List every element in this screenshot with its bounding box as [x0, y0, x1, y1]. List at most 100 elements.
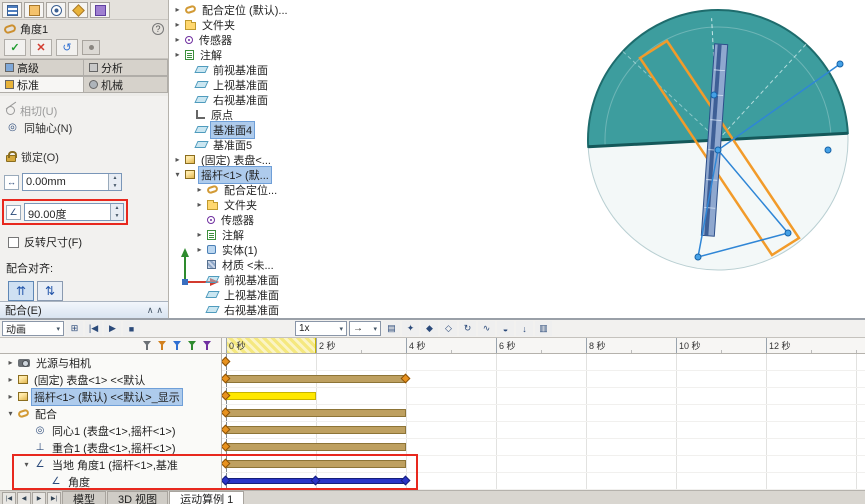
motion-tree-item[interactable]: ∠ 角度 [0, 473, 221, 490]
expand-arrow-icon[interactable]: ▾ [22, 460, 31, 469]
play-button[interactable]: ▶ [104, 321, 121, 336]
motion-tree-item[interactable]: ▾ ∠ 当地 角度1 (摇杆<1>,基准 [0, 456, 221, 473]
tab-mechanical[interactable]: 机械 [84, 76, 168, 93]
display-manager-tab[interactable] [90, 2, 110, 18]
expand-arrow-icon[interactable]: ▸ [195, 245, 204, 254]
tab-scroll-next-button[interactable]: ▶ [32, 492, 46, 504]
mate-type-lock[interactable]: 锁定(O) [0, 148, 168, 165]
play-from-start-button[interactable]: |◀ [85, 321, 102, 336]
spin-up-icon[interactable]: ▲ [111, 204, 123, 212]
expand-arrow-icon[interactable]: ▸ [195, 230, 204, 239]
spin-down-icon[interactable]: ▼ [109, 182, 121, 190]
mates-section-header[interactable]: 配合(E) ∧ ∧ [0, 301, 168, 318]
timeline-bar[interactable] [226, 460, 406, 468]
timeline-lane[interactable] [220, 473, 865, 490]
spin-up-icon[interactable]: ▲ [109, 174, 121, 182]
expand-arrow-icon[interactable]: ▸ [195, 200, 204, 209]
motion-tree-item[interactable]: ▸ 光源与相机 [0, 354, 221, 371]
distance-value[interactable]: 0.00mm [23, 174, 108, 190]
tab-scroll-first-button[interactable]: |◀ [2, 492, 16, 504]
cancel-button[interactable]: ✕ [30, 39, 52, 56]
expand-arrow-icon[interactable]: ▸ [173, 50, 182, 59]
expand-arrow-icon[interactable]: ▸ [6, 358, 15, 367]
feature-manager-tab[interactable] [2, 2, 22, 18]
add-key-button[interactable]: ◇ [440, 321, 457, 336]
undo-button[interactable]: ↺ [56, 39, 78, 56]
expand-arrow-icon[interactable]: ▸ [173, 20, 182, 29]
timeline-bar[interactable] [226, 426, 406, 434]
tab-analysis[interactable]: 分析 [84, 59, 168, 76]
filter-results-icon[interactable] [202, 340, 213, 351]
calculate-button[interactable]: ⊞ [66, 321, 83, 336]
playback-speed-select[interactable]: 1x ▾ [295, 321, 347, 336]
stop-button[interactable]: ■ [123, 321, 140, 336]
collapse-icon[interactable]: ∧ [147, 305, 154, 315]
tab-model[interactable]: 模型 [62, 491, 106, 504]
tab-scroll-prev-button[interactable]: ◀ [17, 492, 31, 504]
mate-type-tangent[interactable]: 相切(U) [0, 102, 168, 119]
timeline-bar[interactable] [226, 409, 406, 417]
save-animation-button[interactable]: ▤ [383, 321, 400, 336]
motion-tree-item[interactable]: ◎ 同心1 (表盘<1>,摇杆<1>) [0, 422, 221, 439]
timeline-lane[interactable] [220, 422, 865, 439]
expand-arrow-icon[interactable]: ▸ [6, 392, 15, 401]
flip-dimension-checkbox[interactable] [8, 236, 19, 248]
timeline-lane[interactable] [220, 371, 865, 388]
motion-tree-item[interactable]: ⊥ 重合1 (表盘<1>,摇杆<1>) [0, 439, 221, 456]
autokey-button[interactable]: ◆ [421, 321, 438, 336]
results-button[interactable]: ▥ [535, 321, 552, 336]
tab-3d-views[interactable]: 3D 视图 [107, 491, 169, 504]
motion-tree-item[interactable]: ▾ 配合 [0, 405, 221, 422]
tree-item[interactable]: 右视基准面 [171, 302, 317, 317]
keyframe-diamond[interactable] [220, 356, 231, 367]
expand-arrow-icon[interactable]: ▸ [173, 5, 182, 14]
study-type-select[interactable]: 动画 ▾ [2, 321, 64, 336]
collapse-icon[interactable]: ∧ [156, 305, 163, 315]
motion-tree-item[interactable]: ▸ (固定) 表盘<1> <<默认 [0, 371, 221, 388]
timeline-lane[interactable] [220, 456, 865, 473]
timeline-bar[interactable] [226, 443, 406, 451]
animation-wizard-button[interactable]: ✦ [402, 321, 419, 336]
contact-button[interactable]: ◒ [497, 321, 514, 336]
ok-button[interactable]: ✓ [4, 39, 26, 56]
spring-button[interactable]: ∿ [478, 321, 495, 336]
tab-standard[interactable]: 标准 [0, 76, 84, 93]
timeline-bar[interactable] [226, 392, 316, 400]
angle-input[interactable]: 90.00度 ▲ ▼ [24, 203, 124, 221]
expand-arrow-icon[interactable]: ▾ [173, 170, 182, 179]
property-manager-tab[interactable] [24, 2, 44, 18]
gravity-button[interactable]: ↓ [516, 321, 533, 336]
expand-arrow-icon[interactable]: ▸ [195, 185, 204, 194]
timeline-lane[interactable] [220, 439, 865, 456]
tab-advanced[interactable]: 高级 [0, 59, 84, 76]
distance-input[interactable]: 0.00mm ▲ ▼ [22, 173, 122, 191]
anti-aligned-button[interactable]: ⇅ [37, 281, 63, 301]
filter-none-icon[interactable] [142, 340, 153, 351]
expand-arrow-icon[interactable]: ▸ [173, 155, 182, 164]
tree-item[interactable]: ▸ 传感器 [171, 32, 317, 47]
timeline-lanes[interactable] [220, 354, 865, 490]
dimxpert-manager-tab[interactable] [68, 2, 88, 18]
filter-driving-icon[interactable] [172, 340, 183, 351]
tab-motion-study-1[interactable]: 运动算例 1 [169, 491, 245, 504]
configuration-manager-tab[interactable] [46, 2, 66, 18]
timeline-lane[interactable] [220, 388, 865, 405]
expand-arrow-icon[interactable]: ▸ [173, 35, 182, 44]
motion-tree-item[interactable]: ▸ 摇杆<1> (默认) <<默认>_显示 [0, 387, 221, 406]
motor-button[interactable]: ↻ [459, 321, 476, 336]
timeline-lane[interactable] [220, 405, 865, 422]
tree-item[interactable]: ▸ 配合定位 (默认)... [171, 2, 317, 17]
spin-down-icon[interactable]: ▼ [111, 212, 123, 220]
playback-mode-select[interactable]: → ▾ [349, 321, 381, 336]
timeline-lane[interactable] [220, 354, 865, 371]
help-icon[interactable]: ? [152, 22, 164, 35]
tree-item[interactable]: ▸ 文件夹 [171, 17, 317, 32]
expand-arrow-icon[interactable]: ▾ [6, 409, 15, 418]
keep-visible-pin-button[interactable] [82, 40, 100, 55]
filter-selected-icon[interactable] [187, 340, 198, 351]
aligned-button[interactable]: ⇈ [8, 281, 34, 301]
tree-item[interactable]: 右视基准面 [171, 92, 317, 107]
filter-animated-icon[interactable] [157, 340, 168, 351]
time-ruler[interactable]: 0 秒 2 秒 4 秒 6 秒 8 秒 10 秒 12 秒 [222, 338, 865, 353]
angle-value[interactable]: 90.00度 [25, 204, 110, 220]
